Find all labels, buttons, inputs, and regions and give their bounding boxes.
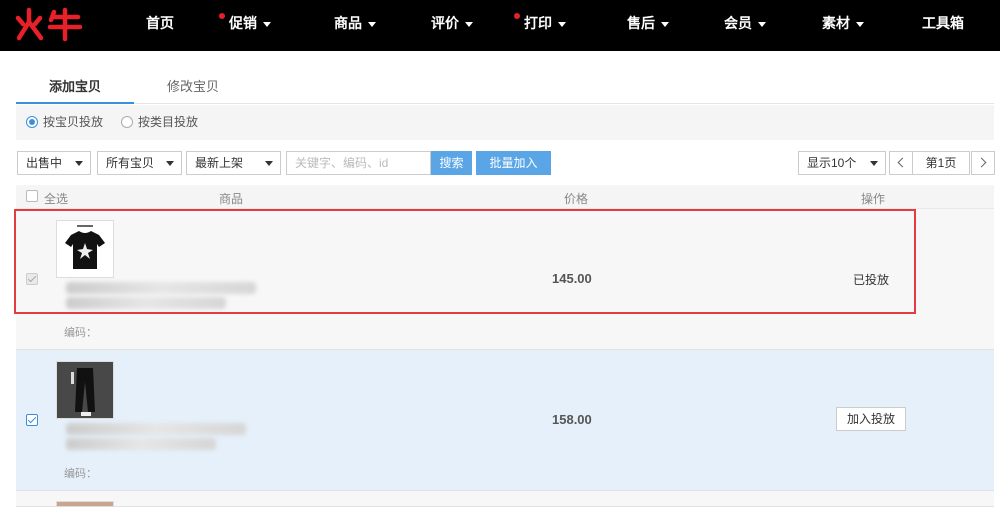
nav-item-1[interactable]: 促销 [229, 0, 271, 51]
nav-item-label: 工具箱 [922, 15, 964, 31]
tab-add-item[interactable]: 添加宝贝 [16, 71, 134, 104]
nav-item-label: 商品 [334, 15, 362, 31]
scope-select-value: 所有宝贝 [106, 156, 155, 170]
nav-item-label: 售后 [627, 15, 655, 31]
row-checkbox[interactable] [26, 273, 38, 285]
chevron-down-icon [263, 21, 271, 27]
check-icon [27, 414, 37, 424]
chevron-down-icon [166, 161, 174, 166]
column-header-item: 商品 [219, 192, 244, 206]
nav-item-label: 素材 [822, 15, 850, 31]
sort-select[interactable]: 最新上架 [186, 151, 281, 175]
brand-logo[interactable] [14, 6, 84, 42]
radio-label: 按类目投放 [138, 115, 199, 129]
nav-item-4[interactable]: 打印 [524, 0, 566, 51]
page-size-select[interactable]: 显示10个 [798, 151, 886, 175]
search-input[interactable] [286, 151, 431, 175]
nav-item-label: 促销 [229, 15, 257, 31]
tab-bar: 添加宝贝 修改宝贝 [16, 71, 994, 104]
nav-item-5[interactable]: 售后 [627, 0, 669, 51]
radio-by-item[interactable]: 按宝贝投放 [26, 115, 103, 129]
table-row [16, 491, 994, 507]
nav-item-7[interactable]: 素材 [822, 0, 864, 51]
add-placement-button[interactable]: 加入投放 [836, 407, 906, 431]
nav-item-label: 会员 [724, 15, 752, 31]
table-header: 全选 商品 价格 操作 [16, 185, 994, 209]
check-icon [27, 273, 37, 283]
column-header-price: 价格 [564, 192, 589, 206]
nav-item-3[interactable]: 评价 [431, 0, 473, 51]
tab-edit-item[interactable]: 修改宝贝 [134, 71, 252, 104]
chevron-down-icon [75, 161, 83, 166]
select-all-label: 全选 [44, 192, 69, 206]
nav-item-2[interactable]: 商品 [334, 0, 376, 51]
table-row: 编码： 158.00 加入投放 [16, 350, 994, 491]
chevron-down-icon [368, 21, 376, 27]
nav-item-0[interactable]: 首页 [146, 0, 174, 51]
chevron-left-icon [897, 157, 908, 168]
blurred-title [66, 438, 216, 450]
tshirt-black-image [57, 221, 113, 277]
product-thumbnail[interactable] [56, 361, 114, 419]
chevron-right-icon [976, 157, 987, 168]
chevron-down-icon [265, 161, 273, 166]
radio-label: 按宝贝投放 [43, 115, 104, 129]
notification-dot [219, 13, 225, 19]
scope-select[interactable]: 所有宝贝 [97, 151, 182, 175]
page-size-value: 显示10个 [807, 156, 857, 170]
sort-select-value: 最新上架 [195, 156, 244, 170]
chevron-down-icon [465, 21, 473, 27]
chevron-down-icon [661, 21, 669, 27]
notification-dot [514, 13, 520, 19]
radio-dot [26, 116, 38, 128]
pants-black-image [57, 362, 113, 418]
product-thumbnail[interactable] [56, 220, 114, 278]
status-select[interactable]: 出售中 [17, 151, 91, 175]
nav-item-label: 首页 [146, 15, 174, 31]
nav-item-8[interactable]: 工具箱 [922, 0, 964, 51]
radio-by-category[interactable]: 按类目投放 [121, 115, 198, 129]
nav-item-6[interactable]: 会员 [724, 0, 766, 51]
row-checkbox[interactable] [26, 414, 38, 426]
item-code-label: 编码： [64, 327, 97, 339]
blurred-title [66, 423, 246, 435]
search-button[interactable]: 搜索 [431, 151, 472, 175]
top-nav: 首页 促销 商品 评价 打印 售后 会员 素材 工具箱 [0, 0, 1000, 51]
column-header-action: 操作 [861, 192, 886, 206]
status-select-value: 出售中 [26, 156, 63, 170]
radio-dot [121, 116, 133, 128]
blurred-title [66, 297, 226, 309]
item-code-label: 编码： [64, 468, 97, 480]
chevron-down-icon [758, 21, 766, 27]
chevron-down-icon [558, 21, 566, 27]
nav-item-label: 评价 [431, 15, 459, 31]
item-price: 158.00 [552, 412, 592, 427]
product-thumbnail[interactable] [56, 501, 114, 507]
placement-status: 已投放 [853, 273, 890, 287]
prev-page-button[interactable] [889, 151, 913, 175]
blurred-title [66, 282, 256, 294]
nav-item-label: 打印 [524, 15, 552, 31]
placement-mode-bar: 按宝贝投放 按类目投放 [16, 105, 994, 140]
select-all-checkbox[interactable] [26, 190, 38, 202]
item-price: 145.00 [552, 271, 592, 286]
chevron-down-icon [870, 161, 878, 166]
next-page-button[interactable] [971, 151, 995, 175]
chevron-down-icon [856, 21, 864, 27]
batch-add-button[interactable]: 批量加入 [476, 151, 551, 175]
table-row: 编码： 145.00 已投放 [16, 209, 994, 350]
current-page: 第1页 [912, 151, 970, 175]
